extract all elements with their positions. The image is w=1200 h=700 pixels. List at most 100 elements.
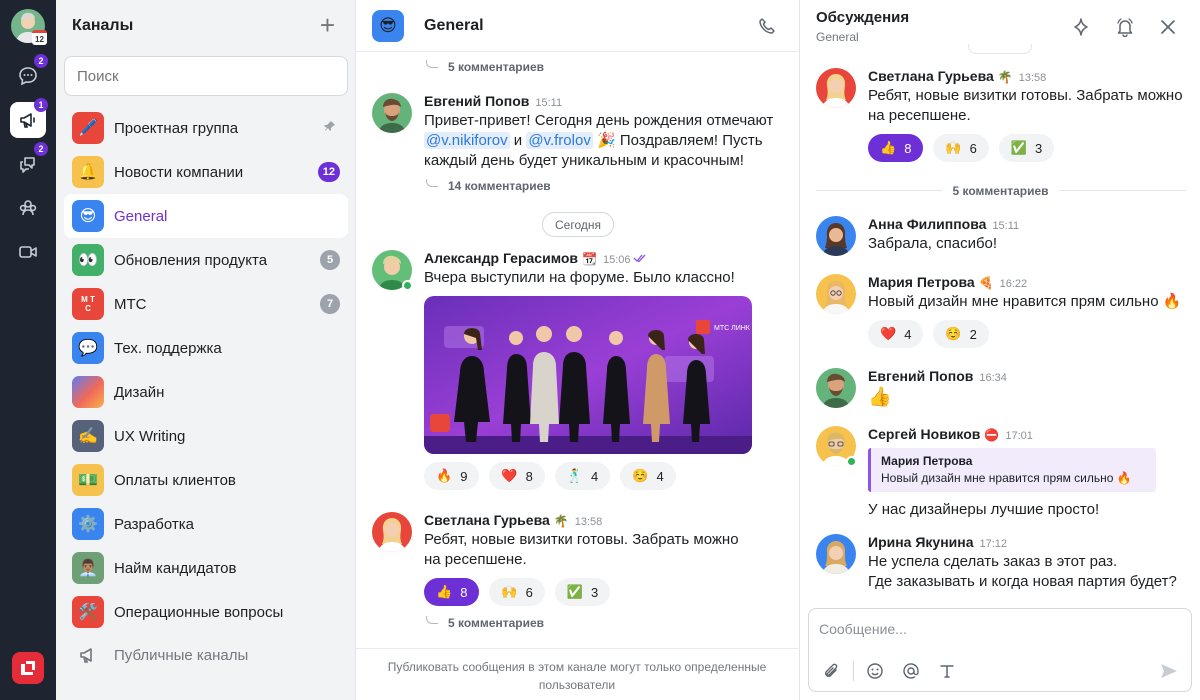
message-text: Забрала, спасибо! [868,235,998,252]
video-camera-icon [19,246,37,258]
rail-channels-button[interactable]: 1 [10,98,48,138]
thread-link[interactable]: 5 комментариев [426,60,544,74]
rail-chats-button[interactable]: 2 [10,54,48,94]
emoji-button[interactable] [865,661,885,681]
quoted-message[interactable]: Мария Петрова Новый дизайн мне нравится … [868,448,1156,492]
discussion-title: Обсуждения [816,9,910,26]
notifications-button[interactable] [1114,16,1136,38]
sparkle-button[interactable] [1070,16,1092,38]
threads-badge: 2 [34,142,48,156]
channel-item[interactable]: 🔔 Новости компании 12 [64,150,348,194]
rail-video-button[interactable] [10,234,46,270]
channel-name: Оплаты клиентов [114,471,236,489]
call-button[interactable] [758,17,776,38]
format-button[interactable] [937,661,957,681]
avatar[interactable] [816,274,856,314]
channel-name: Обновления продукта [114,251,268,269]
rail-contacts-button[interactable] [10,190,46,226]
phone-icon [759,18,775,34]
mention-link[interactable]: @v.frolov [526,132,593,149]
money-icon: 💵 [72,464,104,496]
mention-link[interactable]: @v.nikiforov [424,132,510,149]
message: Светлана Гурьева 🌴 13:58 Ребят, новые визи… [372,512,792,630]
avatar[interactable] [372,512,412,552]
avatar[interactable] [816,216,856,256]
message-text: Новый дизайн мне нравится прям сильно 🔥 [868,293,1182,310]
close-button[interactable] [1157,16,1179,38]
reaction-thumbs-up[interactable]: 👍 8 [868,134,924,162]
search-input[interactable] [64,56,348,96]
reaction-fire[interactable]: 🔥 9 [424,462,480,490]
message-input[interactable] [819,619,1179,639]
channel-item[interactable]: ⚙️ Разработка [64,502,348,546]
channel-item-active[interactable]: 😎 General [64,194,348,238]
avatar[interactable] [816,68,856,108]
author-name[interactable]: Светлана Гурьева [424,512,550,528]
channel-item[interactable]: 💵 Оплаты клиентов [64,458,348,502]
pen-icon: 🖊️ [72,112,104,144]
channels-title: Каналы [72,17,134,34]
threads-icon [20,157,35,173]
channel-item[interactable]: 👀 Обновления продукта 5 [64,238,348,282]
channel-item[interactable]: 🖊️ Проектная группа [64,106,348,150]
reaction-dance[interactable]: 🕺 4 [554,462,611,490]
message-time: 17:01 [1005,430,1033,442]
reaction-heart[interactable]: ❤️ 8 [489,462,545,490]
mention-button[interactable] [901,661,921,681]
rail-threads-button[interactable]: 2 [10,142,48,182]
public-channels-link[interactable]: Публичные каналы [78,645,248,665]
channel-name: Разработка [114,515,194,533]
reaction-raised-hands[interactable]: 🙌 6 [933,134,989,162]
quote-text: Новый дизайн мне нравится прям сильно 🔥 [881,471,1132,485]
sparkle-icon [1074,18,1088,36]
channel-item[interactable]: 🛠️ Операционные вопросы [64,590,348,634]
thread-link[interactable]: 14 комментариев [426,179,792,193]
message-time: 15:11 [535,97,563,109]
author-name[interactable]: Евгений Попов [868,368,973,384]
reactions: 👍 8 🙌 6 ✅ 3 [424,578,792,606]
author-name[interactable]: Евгений Попов [424,93,529,109]
channel-list: 🖊️ Проектная группа 🔔 Новости компании 1… [64,106,348,634]
megaphone-icon [20,113,35,128]
reaction-smile[interactable]: ☺️ 4 [620,462,676,490]
app-logo[interactable] [12,652,44,684]
palm-status-icon: 🌴 [553,514,569,528]
bell-icon: 🔔 [72,156,104,188]
reply-message: Ирина Якунина 17:12 Не успела сделать зак… [816,534,1196,592]
thread-link[interactable]: 5 комментариев [426,616,792,630]
avatar[interactable] [816,368,856,408]
reply-message: Мария Петрова 🍕 16:22 Новый дизайн мне нра… [816,274,1196,348]
add-channel-button[interactable]: + [320,12,335,38]
author-name[interactable]: Александр Герасимов [424,250,578,266]
channel-name: UX Writing [114,427,186,445]
author-name[interactable]: Мария Петрова [868,274,975,290]
channel-item[interactable]: ✍️ UX Writing [64,414,348,458]
attach-button[interactable] [821,661,841,681]
megaphone-icon [80,648,92,663]
reaction-raised-hands[interactable]: 🙌 6 [489,578,545,606]
channel-name: МТС [114,295,147,313]
reaction-heart[interactable]: ❤️ 4 [868,320,924,348]
bell-icon [1117,18,1133,37]
event-photo[interactable]: МТС ЛИНК [424,296,752,454]
reaction-check[interactable]: ✅ 3 [554,578,611,606]
channel-item[interactable]: 💬 Тех. поддержка [64,326,348,370]
reaction-check[interactable]: ✅ 3 [998,134,1055,162]
channel-item[interactable]: Дизайн [64,370,348,414]
author-name[interactable]: Анна Филиппова [868,216,986,232]
double-check-icon [633,254,645,263]
author-name[interactable]: Светлана Гурьева [868,68,994,84]
author-name[interactable]: Ирина Якунина [868,534,974,550]
avatar[interactable] [816,534,856,574]
no-entry-status-icon: ⛔ [984,428,1000,442]
channel-item[interactable]: М ТС МТС 7 [64,282,348,326]
avatar[interactable] [372,93,412,133]
author-name[interactable]: Сергей Новиков [868,426,980,442]
send-button[interactable] [1159,661,1179,681]
reaction-smile[interactable]: ☺️ 2 [933,320,989,348]
channel-name: Новости компании [114,163,244,181]
channel-item[interactable]: 👨🏽‍💼 Найм кандидатов [64,546,348,590]
people-icon [19,200,37,216]
reaction-thumbs-up[interactable]: 👍 8 [424,578,480,606]
app-rail: 12 2 1 2 [0,0,56,700]
